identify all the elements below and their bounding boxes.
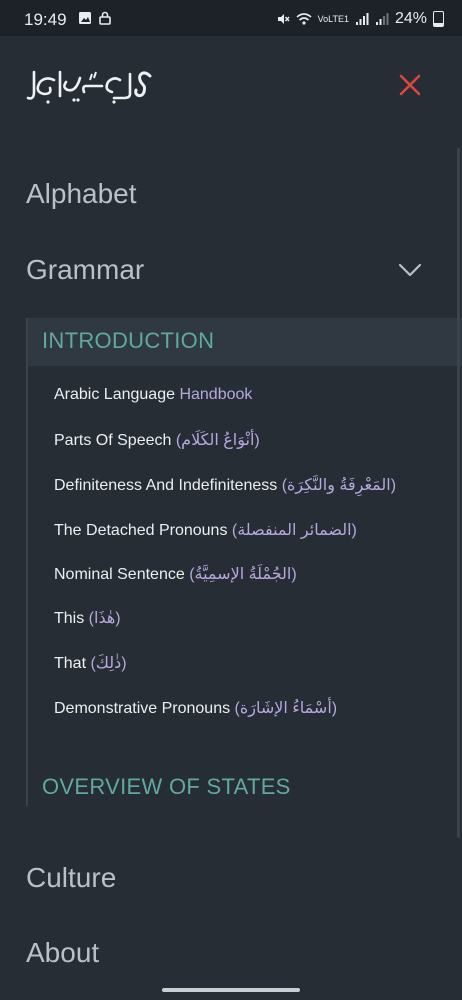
link-label: Demonstrative Pronouns (54, 700, 235, 717)
link-definiteness[interactable]: Definiteness And Indefiniteness (المَعْر… (54, 475, 396, 495)
wifi-icon (296, 13, 312, 25)
close-icon[interactable] (397, 72, 423, 98)
battery-icon (433, 11, 444, 27)
battery-percent: 24% (394, 10, 427, 27)
nav-item-grammar[interactable]: Grammar (26, 254, 144, 286)
nav-item-alphabet[interactable]: Alphabet (26, 178, 137, 210)
link-label: Parts Of Speech (54, 432, 176, 449)
section-overview-of-states[interactable]: OVERVIEW OF STATES (42, 774, 291, 800)
link-this[interactable]: This (هٰذَا) (54, 608, 121, 628)
link-that[interactable]: That (ذٰلِكَ) (54, 653, 127, 673)
link-label: This (54, 610, 89, 627)
link-nominal-sentence[interactable]: Nominal Sentence (الجُمْلَةُ الإسمِيَّةُ… (54, 564, 297, 584)
lock-icon (99, 11, 111, 25)
chevron-down-icon[interactable] (398, 262, 422, 278)
mute-icon (277, 14, 290, 24)
link-label: That (54, 655, 91, 672)
link-arabic-language-handbook[interactable]: Arabic Language Handbook (54, 386, 252, 404)
scrollbar[interactable] (457, 148, 460, 838)
link-label: The Detached Pronouns (54, 522, 232, 539)
submenu-divider (26, 318, 28, 806)
link-arabic: (الضمائر المنفصلة) (231, 522, 357, 539)
section-introduction[interactable]: INTRODUCTION (42, 328, 214, 354)
nav-item-culture[interactable]: Culture (26, 862, 116, 894)
status-bar: 19:49 VoLTE1 24% (0, 0, 462, 36)
network-label: VoLTE1 (317, 13, 349, 24)
link-arabic: (الجُمْلَةُ الإسمِيَّةُ) (189, 566, 297, 583)
nav-item-about[interactable]: About (26, 937, 99, 969)
calligraphy-logo (26, 70, 152, 104)
link-arabic: (ذٰلِكَ) (90, 655, 127, 672)
status-time: 19:49 (24, 10, 67, 29)
link-highlight: Handbook (179, 386, 253, 403)
link-parts-of-speech[interactable]: Parts Of Speech (أنْوَاعُ الكَلَام) (54, 430, 260, 450)
signal-icon (355, 13, 369, 25)
link-arabic: (هٰذَا) (88, 610, 121, 627)
link-label: Definiteness And Indefiniteness (54, 477, 282, 494)
link-label: Nominal Sentence (54, 566, 190, 583)
link-label: Arabic Language (54, 386, 180, 403)
signal-icon (375, 13, 389, 25)
image-icon (79, 12, 91, 24)
link-arabic: (أسْمَاءُ الإشَارَة) (234, 700, 338, 717)
link-demonstrative-pronouns[interactable]: Demonstrative Pronouns (أسْمَاءُ الإشَار… (54, 698, 337, 718)
link-detached-pronouns[interactable]: The Detached Pronouns (الضمائر المنفصلة) (54, 520, 357, 540)
link-arabic: (المَعْرِفَةُ والنَّكِرَة) (281, 477, 397, 494)
home-indicator[interactable] (162, 988, 300, 992)
link-arabic: (أنْوَاعُ الكَلَام) (175, 432, 260, 449)
